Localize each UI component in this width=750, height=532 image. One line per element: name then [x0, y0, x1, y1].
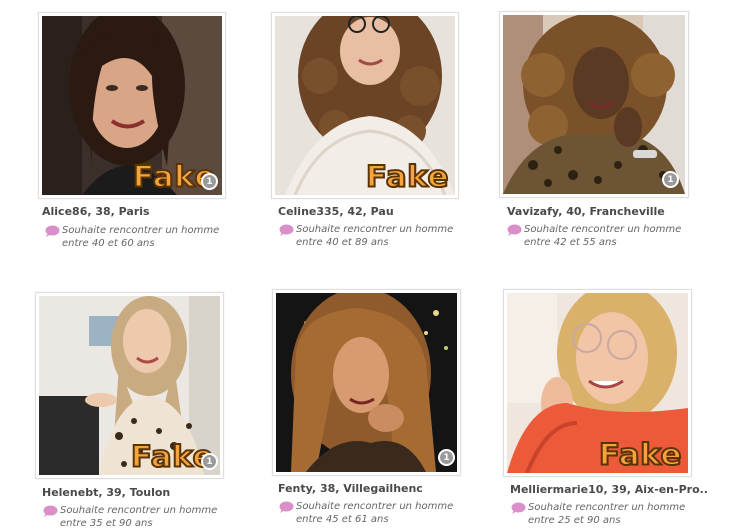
profile-photo[interactable]: Fake 1 — [42, 16, 222, 195]
profile-photo-frame[interactable]: Fake — [503, 289, 692, 477]
profile-name-line[interactable]: Helenebt, 39, Toulon — [42, 486, 170, 499]
profile-photo[interactable]: 1 — [276, 293, 457, 472]
portrait-image — [503, 15, 685, 194]
photo-count-badge[interactable]: 1 — [438, 449, 455, 466]
speech-bubble-icon — [507, 224, 522, 236]
profile-name-line[interactable]: Alice86, 38, Paris — [42, 205, 150, 218]
wish-text: Souhaite rencontrer un homme — [528, 502, 686, 513]
profile-photo-frame[interactable]: 1 — [499, 11, 689, 198]
wish-age-range: entre 35 et 90 ans — [60, 518, 153, 529]
fake-stamp: Fake — [365, 159, 450, 195]
wish-text: Souhaite rencontrer un homme — [60, 505, 218, 516]
search-preference: Souhaite rencontrer un homme entre 35 et… — [43, 504, 218, 530]
search-preference: Souhaite rencontrer un homme entre 40 et… — [279, 223, 454, 249]
profile-name-line[interactable]: Fenty, 38, Villegailhenc — [278, 482, 423, 495]
speech-bubble-icon — [511, 502, 526, 514]
profile-photo-frame[interactable]: Fake 1 — [35, 292, 224, 479]
wish-age-range: entre 45 et 61 ans — [296, 514, 389, 525]
portrait-image — [276, 293, 457, 472]
profile-photo[interactable]: Fake — [275, 16, 455, 195]
wish-text: Souhaite rencontrer un homme — [296, 224, 454, 235]
search-preference: Souhaite rencontrer un homme entre 42 et… — [507, 223, 682, 249]
photo-count-badge[interactable]: 1 — [662, 171, 679, 188]
fake-stamp: Fake — [598, 437, 683, 473]
search-preference: Souhaite rencontrer un homme entre 25 et… — [511, 501, 686, 527]
speech-bubble-icon — [43, 505, 58, 517]
photo-count-badge[interactable]: 1 — [201, 453, 218, 470]
profile-name-line[interactable]: Vavizafy, 40, Francheville — [507, 205, 665, 218]
profile-photo-frame[interactable]: Fake — [271, 12, 459, 199]
speech-bubble-icon — [279, 224, 294, 236]
wish-text: Souhaite rencontrer un homme — [524, 224, 682, 235]
speech-bubble-icon — [279, 501, 294, 513]
profile-photo-frame[interactable]: Fake 1 — [38, 12, 226, 199]
wish-age-range: entre 40 et 89 ans — [296, 237, 389, 248]
search-preference: Souhaite rencontrer un homme entre 45 et… — [279, 500, 454, 526]
profile-photo[interactable]: 1 — [503, 15, 685, 194]
profile-name-line[interactable]: Melliermarie10, 39, Aix-en-Pro.. — [510, 483, 708, 496]
wish-text: Souhaite rencontrer un homme — [62, 225, 220, 236]
wish-age-range: entre 25 et 90 ans — [528, 515, 621, 526]
wish-age-range: entre 40 et 60 ans — [62, 238, 155, 249]
profile-photo-frame[interactable]: 1 — [272, 289, 461, 476]
photo-count-badge[interactable]: 1 — [201, 173, 218, 190]
search-preference: Souhaite rencontrer un homme entre 40 et… — [45, 224, 220, 250]
profile-name-line[interactable]: Celine335, 42, Pau — [278, 205, 394, 218]
wish-text: Souhaite rencontrer un homme — [296, 501, 454, 512]
profile-photo[interactable]: Fake 1 — [39, 296, 220, 475]
speech-bubble-icon — [45, 225, 60, 237]
profile-photo[interactable]: Fake — [507, 293, 688, 473]
wish-age-range: entre 42 et 55 ans — [524, 237, 617, 248]
